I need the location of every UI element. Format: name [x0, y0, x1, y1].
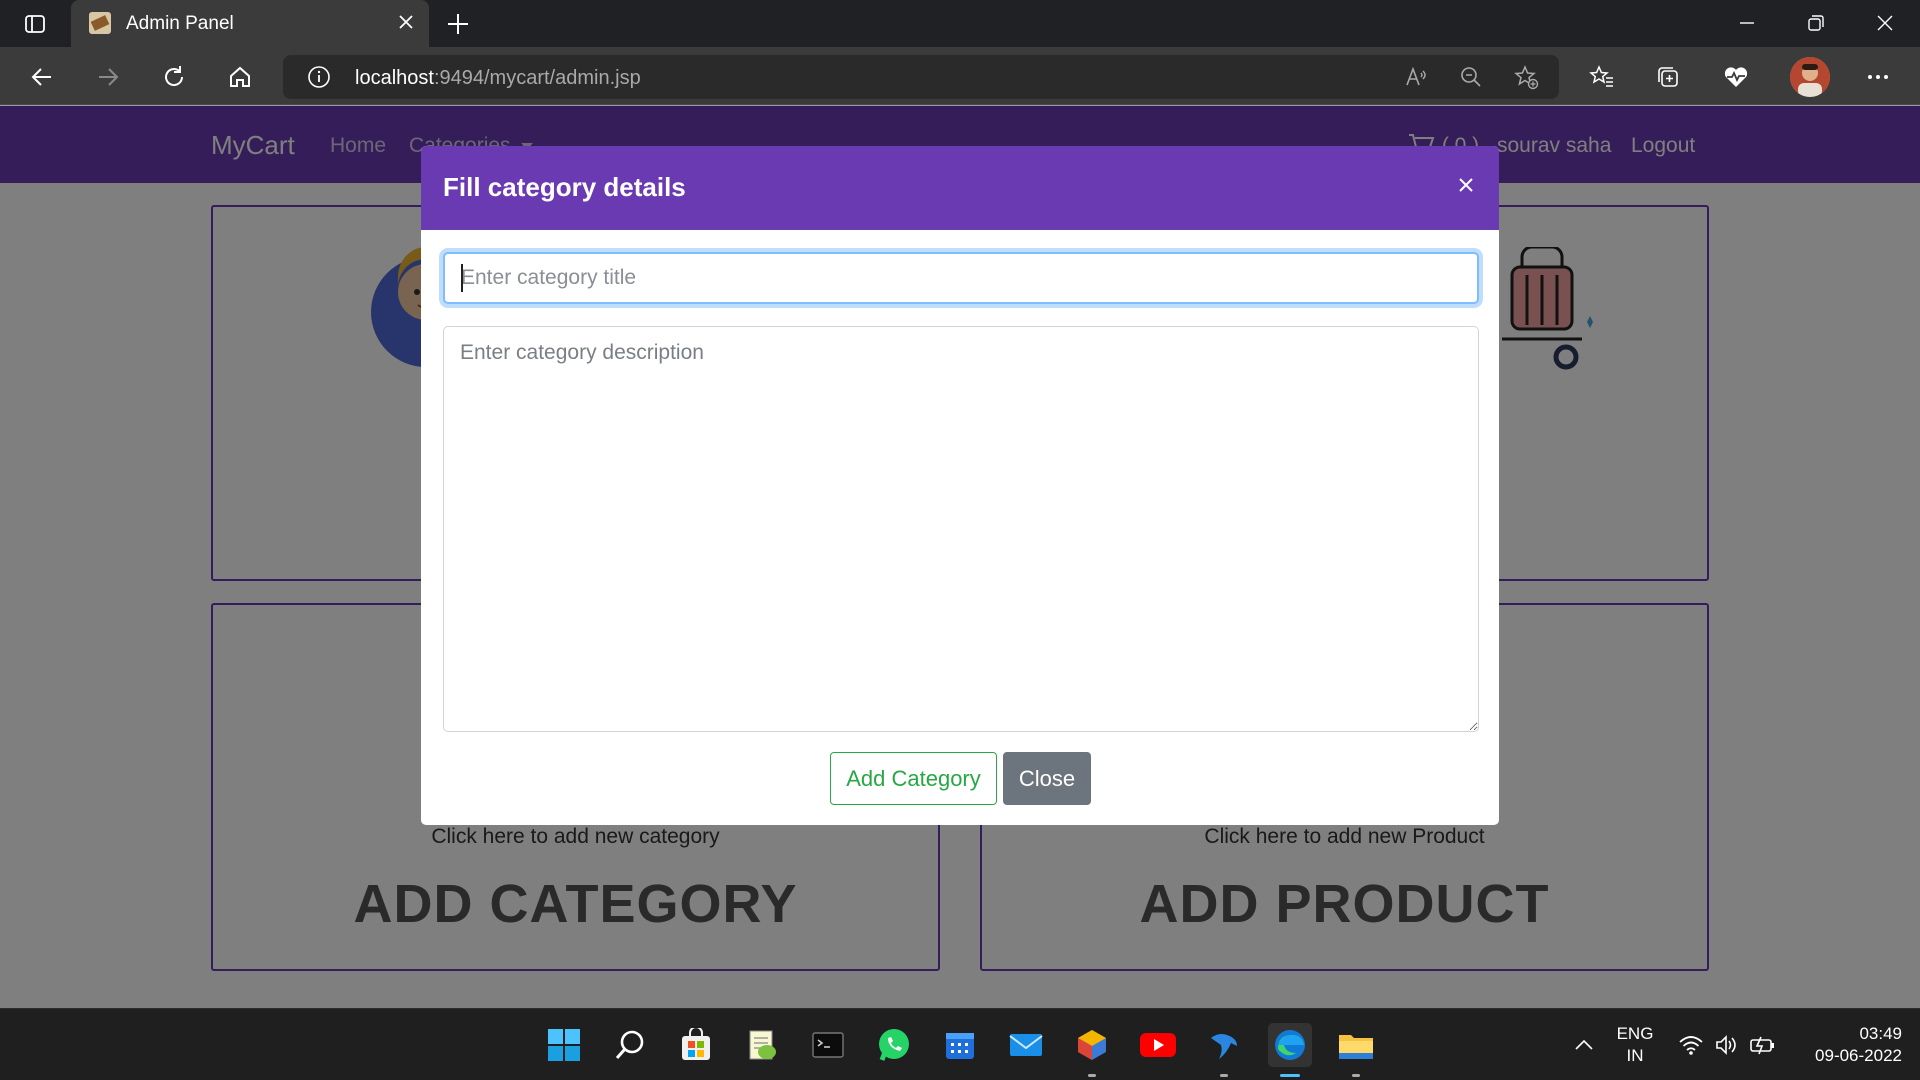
language-line-2: IN [1626, 1046, 1644, 1065]
address-bar[interactable]: localhost:9494/mycart/admin.jsp [283, 55, 1559, 99]
url-host: localhost [355, 67, 434, 89]
minimize-icon[interactable] [1720, 6, 1774, 40]
clock[interactable]: 03:49 09-06-2022 [1790, 1023, 1902, 1067]
tab-close-icon[interactable] [397, 13, 415, 31]
tab-title: Admin Panel [126, 13, 234, 34]
cube-app-icon[interactable] [1070, 1023, 1114, 1077]
modal-header: Fill category details [421, 146, 1499, 230]
clock-time: 03:49 [1859, 1024, 1902, 1043]
modal-close-icon[interactable] [1455, 174, 1477, 196]
add-category-modal: Fill category details Add Category Close [421, 146, 1499, 825]
clock-date: 09-06-2022 [1815, 1046, 1902, 1065]
add-category-button[interactable]: Add Category [830, 752, 997, 805]
volume-icon[interactable] [1713, 1031, 1741, 1059]
running-indicator [1352, 1074, 1360, 1077]
url-text: localhost:9494/mycart/admin.jsp [355, 67, 641, 90]
close-button[interactable]: Close [1003, 752, 1091, 805]
tab-actions-icon[interactable] [14, 8, 56, 40]
wifi-icon[interactable] [1677, 1031, 1705, 1059]
category-description-textarea[interactable] [443, 326, 1479, 732]
collections-icon[interactable] [1650, 59, 1686, 95]
windows-taskbar: ENG IN 03:49 09-06-2022 [0, 1008, 1920, 1080]
refresh-icon[interactable] [156, 59, 192, 95]
language-indicator[interactable]: ENG IN [1612, 1023, 1658, 1067]
favorites-icon[interactable] [1584, 59, 1620, 95]
read-aloud-icon[interactable] [1400, 61, 1432, 93]
add-favorite-icon[interactable] [1510, 61, 1542, 93]
file-explorer-icon[interactable] [1334, 1023, 1378, 1077]
edge-browser-icon[interactable] [1268, 1023, 1312, 1077]
language-line-1: ENG [1616, 1024, 1654, 1043]
home-icon[interactable] [222, 59, 258, 95]
active-indicator [1280, 1074, 1300, 1077]
restore-icon[interactable] [1789, 6, 1843, 40]
text-caret [461, 264, 463, 292]
calendar-icon[interactable] [938, 1023, 982, 1067]
new-tab-icon[interactable] [443, 9, 473, 39]
close-window-icon[interactable] [1858, 6, 1912, 40]
whatsapp-icon[interactable] [872, 1023, 916, 1067]
bird-app-icon[interactable] [1202, 1023, 1246, 1077]
category-title-input[interactable] [443, 252, 1479, 304]
url-path: :9494/mycart/admin.jsp [433, 67, 641, 89]
running-indicator [1220, 1074, 1228, 1077]
browser-essentials-icon[interactable] [1718, 59, 1754, 95]
battery-icon[interactable] [1749, 1031, 1777, 1059]
notepad-plus-plus-icon[interactable] [740, 1023, 784, 1067]
more-options-icon[interactable] [1860, 59, 1896, 95]
start-menu-icon[interactable] [542, 1023, 586, 1067]
microsoft-store-icon[interactable] [674, 1023, 718, 1067]
modal-title: Fill category details [443, 172, 686, 202]
profile-avatar[interactable] [1790, 57, 1830, 97]
back-icon[interactable] [24, 59, 60, 95]
browser-tab-bar: Admin Panel [0, 0, 1920, 47]
mail-icon[interactable] [1004, 1023, 1048, 1067]
search-icon[interactable] [608, 1023, 652, 1067]
running-indicator [1088, 1074, 1096, 1077]
show-hidden-icons-icon[interactable] [1570, 1031, 1598, 1059]
browser-tab-admin-panel[interactable]: Admin Panel [71, 0, 429, 47]
zoom-icon[interactable] [1455, 61, 1487, 93]
tab-favicon-icon [89, 12, 111, 34]
forward-icon[interactable] [90, 59, 126, 95]
site-info-icon[interactable] [303, 61, 335, 93]
browser-toolbar: localhost:9494/mycart/admin.jsp [0, 47, 1920, 105]
terminal-icon[interactable] [806, 1023, 850, 1067]
youtube-icon[interactable] [1136, 1023, 1180, 1067]
